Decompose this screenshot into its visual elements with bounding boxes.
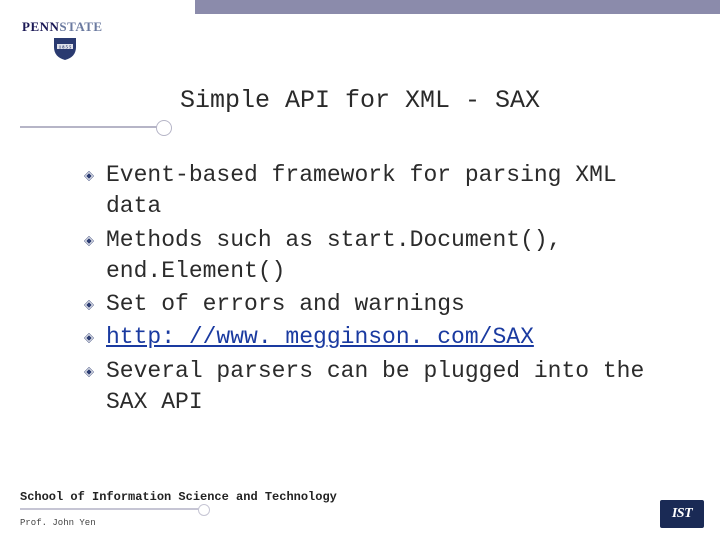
diamond-bullet-icon [82,169,96,183]
pennstate-logo: PENNSTATE 1 8 5 5 [22,18,122,66]
list-item-text: Methods such as start.Document(), end.El… [106,227,561,284]
ist-logo: IST [660,500,704,528]
shield-icon: 1 8 5 5 [52,37,122,66]
diamond-bullet-icon [82,234,96,248]
list-item-text: Several parsers can be plugged into the … [106,358,644,415]
footer-professor-name: Prof. John Yen [20,518,96,528]
bullet-list: Event-based framework for parsing XML da… [82,160,662,420]
header-decorative-bar [195,0,720,14]
list-item-text: Set of errors and warnings [106,291,465,317]
footer-school-name: School of Information Science and Techno… [20,490,337,504]
diamond-bullet-icon [82,365,96,379]
list-item: Event-based framework for parsing XML da… [82,160,662,223]
list-item: Set of errors and warnings [82,289,662,320]
list-item: Several parsers can be plugged into the … [82,356,662,419]
slide-title: Simple API for XML - SAX [0,86,720,115]
list-item: Methods such as start.Document(), end.El… [82,225,662,288]
diamond-bullet-icon [82,331,96,345]
svg-text:1 8 5 5: 1 8 5 5 [59,45,72,50]
list-item-text: Event-based framework for parsing XML da… [106,162,617,219]
list-item-link[interactable]: http: //www. megginson. com/SAX [106,324,534,350]
list-item: http: //www. megginson. com/SAX [82,322,662,353]
diamond-bullet-icon [82,298,96,312]
ist-logo-text: IST [672,506,692,522]
title-rule [20,126,158,128]
footer-rule [20,508,200,510]
logo-wordmark: PENNSTATE [22,19,103,35]
